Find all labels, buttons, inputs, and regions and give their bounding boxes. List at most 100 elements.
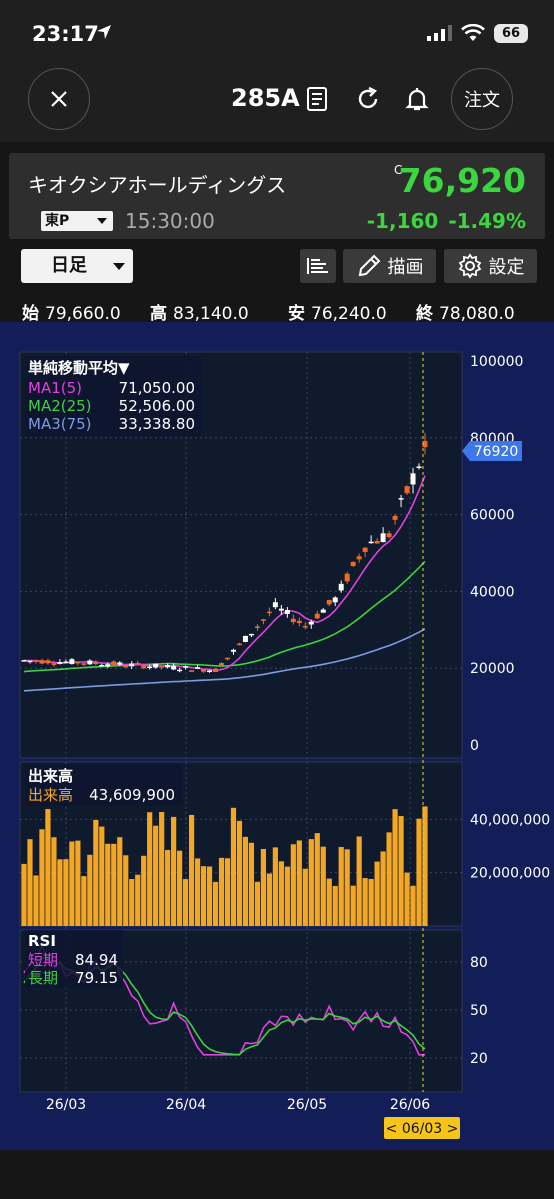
ma3-legend-name: MA3(75) bbox=[28, 415, 92, 433]
volume-bar bbox=[218, 857, 225, 926]
bottom-bar bbox=[0, 1150, 554, 1199]
bell-icon[interactable] bbox=[405, 86, 429, 112]
volume-bar bbox=[212, 881, 219, 926]
status-bar: 23:17 66 bbox=[0, 0, 554, 56]
settings-label: 設定 bbox=[488, 257, 525, 278]
candle-body bbox=[21, 660, 27, 662]
gear-icon bbox=[458, 253, 481, 279]
volume-bar bbox=[284, 866, 290, 926]
volume-bar bbox=[236, 820, 243, 926]
indicator-list-button[interactable] bbox=[300, 249, 336, 283]
ma-legend[interactable]: 単純移動平均▼ MA1(5) 71,050.00 MA2(25) 52,506.… bbox=[25, 356, 201, 436]
rsi-short-legend-name: 短期 bbox=[28, 951, 58, 969]
volume-tick-label: 20,000,000 bbox=[470, 866, 550, 882]
candle-body bbox=[392, 516, 398, 520]
volume-bar bbox=[266, 873, 272, 926]
volume-legend-name: 出来高 bbox=[28, 786, 73, 804]
candle-body bbox=[260, 619, 266, 621]
ohlc-row: 始 79,660.0 高 83,140.0 安 76,240.0 終 78,080.0 bbox=[0, 297, 554, 324]
candle-body bbox=[284, 609, 290, 615]
candle-body bbox=[278, 608, 284, 611]
candle-body bbox=[81, 663, 87, 665]
ohlc-close: 終 78,080.0 bbox=[416, 299, 515, 324]
volume-bar bbox=[63, 859, 69, 926]
volume-bar bbox=[75, 840, 81, 926]
candle-body bbox=[374, 540, 380, 544]
volume-bar bbox=[117, 837, 123, 926]
order-button[interactable]: 注文 bbox=[451, 68, 513, 130]
close-value: 78,080.0 bbox=[439, 304, 515, 324]
low-label: 安 bbox=[288, 304, 305, 324]
candle-body bbox=[105, 664, 111, 667]
volume-legend[interactable]: 出来高 出来高 43,609,900 bbox=[25, 764, 181, 806]
location-arrow-icon bbox=[97, 25, 111, 39]
period-label: 日足 bbox=[51, 255, 87, 276]
price-tick-label: 60000 bbox=[470, 508, 515, 524]
candle-body bbox=[224, 657, 230, 660]
volume-bar bbox=[177, 850, 183, 926]
ma2-legend-name: MA2(25) bbox=[28, 397, 92, 415]
cursor-date-tag[interactable]: < 06/03 > bbox=[384, 1117, 460, 1139]
rsi-legend-title: RSI bbox=[28, 932, 56, 950]
change-value: -1,160 bbox=[366, 209, 439, 233]
volume-bar bbox=[123, 855, 129, 926]
volume-bar bbox=[141, 855, 147, 926]
exchange-selector[interactable]: 東P bbox=[41, 211, 113, 231]
volume-bar bbox=[45, 809, 51, 926]
candle-body bbox=[33, 660, 39, 662]
open-value: 79,660.0 bbox=[45, 304, 121, 324]
document-icon[interactable] bbox=[306, 86, 328, 112]
quote-time: 15:30:00 bbox=[125, 209, 215, 233]
candle-body bbox=[272, 602, 278, 608]
volume-bar bbox=[422, 806, 428, 926]
candle-body bbox=[368, 541, 374, 544]
list-icon bbox=[307, 258, 328, 274]
rsi-tick-label: 80 bbox=[470, 955, 488, 971]
candle-body bbox=[386, 533, 392, 538]
ohlc-high: 高 83,140.0 bbox=[150, 299, 249, 324]
ma3-legend-value: 33,338.80 bbox=[119, 415, 195, 433]
rsi-tick-label: 50 bbox=[470, 1003, 488, 1019]
draw-button[interactable]: 描画 bbox=[343, 249, 436, 283]
candle-body bbox=[302, 625, 308, 628]
date-tick-label: 26/06 bbox=[390, 1097, 430, 1113]
candle-body bbox=[213, 668, 219, 673]
volume-bar bbox=[254, 881, 261, 926]
rsi-tick-label: 20 bbox=[470, 1051, 488, 1067]
stock-chart[interactable]: 10000080000600004000020000040,000,00020,… bbox=[0, 322, 554, 1150]
candle-body bbox=[338, 583, 344, 591]
volume-bar bbox=[51, 837, 57, 926]
volume-bar bbox=[362, 878, 368, 926]
candle-body bbox=[326, 599, 332, 605]
rsi-short-legend-value: 84.94 bbox=[75, 951, 118, 969]
candle-body bbox=[57, 661, 63, 664]
high-value: 83,140.0 bbox=[173, 304, 249, 324]
battery-icon: 66 bbox=[494, 24, 528, 43]
price-change: -1,160 -1.49% bbox=[367, 209, 526, 233]
candle-body bbox=[39, 660, 45, 664]
volume-bar bbox=[69, 841, 75, 926]
candle-body bbox=[165, 665, 171, 668]
volume-bar bbox=[374, 861, 380, 926]
candle-body bbox=[296, 620, 302, 624]
candle-body bbox=[141, 665, 147, 669]
candle-body bbox=[69, 659, 75, 664]
candle-body bbox=[195, 667, 201, 669]
close-button[interactable] bbox=[28, 68, 90, 130]
volume-bar bbox=[224, 858, 231, 926]
chevron-down-icon bbox=[113, 263, 125, 270]
candle-body bbox=[350, 561, 356, 566]
candle-body bbox=[123, 666, 129, 668]
volume-bar bbox=[111, 843, 117, 926]
candle-body bbox=[362, 547, 368, 552]
candle-body bbox=[404, 486, 410, 494]
candle-body bbox=[63, 661, 69, 664]
period-selector[interactable]: 日足 bbox=[21, 249, 133, 283]
exchange-label: 東P bbox=[45, 213, 70, 229]
volume-bar bbox=[188, 814, 195, 926]
volume-bar bbox=[386, 832, 392, 926]
rsi-legend[interactable]: RSI 短期 84.94 長期 79.15 bbox=[25, 930, 123, 988]
refresh-icon[interactable] bbox=[356, 86, 380, 112]
candle-body bbox=[99, 664, 105, 667]
settings-button[interactable]: 設定 bbox=[444, 249, 537, 283]
